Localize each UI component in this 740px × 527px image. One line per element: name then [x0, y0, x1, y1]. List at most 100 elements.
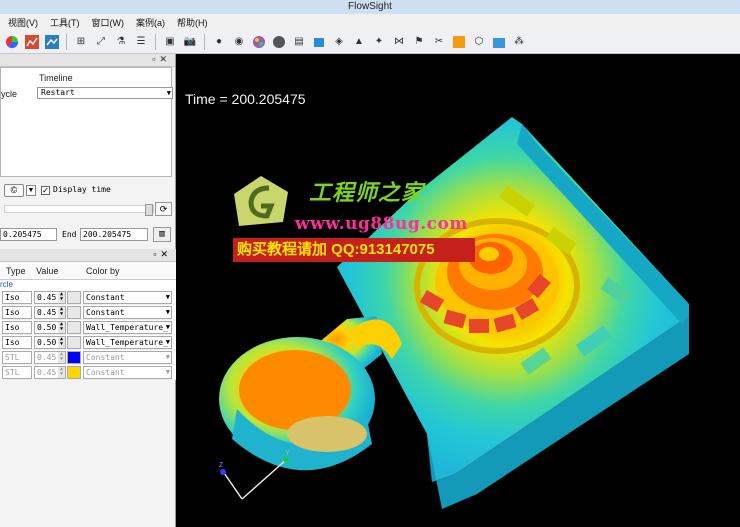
table-row[interactable]: Iso 0.45 ▲ ▼ Constant ▼ — [0, 305, 176, 320]
spinner-arrows-icon[interactable]: ▲ ▼ — [58, 337, 65, 348]
color-by-select[interactable]: Constant ▼ — [83, 291, 172, 304]
value-spinbox[interactable]: 0.45 ▲ ▼ — [34, 291, 66, 304]
palette-icon[interactable] — [251, 34, 267, 50]
color-swatch[interactable] — [67, 366, 81, 379]
col-value: Value — [36, 266, 59, 276]
node-icon[interactable]: ● — [211, 34, 227, 50]
camera-icon[interactable]: 📷 — [182, 34, 198, 50]
table-row[interactable]: Iso 0.50 ▲ ▼ Wall_Temperature_ ▼ — [0, 335, 176, 350]
menu-cases[interactable]: 案例(a) — [136, 16, 165, 29]
value-spinbox[interactable]: 0.45 ▲ ▼ — [34, 306, 66, 319]
color-swatch[interactable] — [67, 321, 81, 334]
list-icon[interactable]: ☰ — [133, 34, 149, 50]
sphere-icon[interactable] — [271, 34, 287, 50]
table-row[interactable]: STL 0.45 ▲ ▼ Constant ▼ — [0, 350, 176, 365]
color-wheel-icon[interactable] — [4, 34, 20, 50]
display-time-label: Display time — [53, 185, 111, 194]
type-select[interactable]: Iso — [2, 291, 32, 304]
type-select[interactable]: Iso — [2, 336, 32, 349]
type-select[interactable]: Iso — [2, 306, 32, 319]
eye-icon[interactable]: ◉ — [231, 34, 247, 50]
spinner-arrows-icon[interactable]: ▲ ▼ — [58, 292, 65, 303]
lock-icon[interactable]: ▥ — [153, 227, 171, 242]
spinner-arrows-icon[interactable]: ▲ ▼ — [58, 352, 65, 363]
window-icon[interactable]: ▣ — [162, 34, 178, 50]
line-chart-icon[interactable] — [24, 34, 40, 50]
grid-icon[interactable]: ⊞ — [73, 34, 89, 50]
plot-icon[interactable] — [44, 34, 60, 50]
color-swatch[interactable] — [67, 291, 81, 304]
color-by-select[interactable]: Wall_Temperature_ ▼ — [83, 321, 172, 334]
clip-icon[interactable]: ✂ — [431, 34, 447, 50]
type-select[interactable]: STL — [2, 351, 32, 364]
probe-icon[interactable]: ⤢ — [93, 34, 109, 50]
measure-icon[interactable]: ⚗ — [113, 34, 129, 50]
dock-buttons[interactable]: ▫✕ — [153, 249, 172, 260]
particle-icon[interactable]: ⁂ — [511, 34, 527, 50]
slice-icon[interactable] — [491, 34, 507, 50]
mesh-triangle-icon[interactable]: ▲ — [351, 34, 367, 50]
spinner-arrows-icon[interactable]: ▲ ▼ — [58, 307, 65, 318]
chevron-down-icon[interactable]: ▼ — [26, 185, 36, 196]
type-select[interactable]: Iso — [2, 321, 32, 334]
slider-thumb[interactable] — [145, 204, 153, 216]
color-swatch[interactable] — [67, 351, 81, 364]
value-spinbox[interactable]: 0.50 ▲ ▼ — [34, 336, 66, 349]
menu-view[interactable]: 视图(V) — [8, 16, 38, 29]
table-row[interactable]: Iso 0.45 ▲ ▼ Constant ▼ — [0, 290, 176, 305]
iso-surface-icon[interactable] — [451, 34, 467, 50]
cube-icon[interactable] — [311, 34, 327, 50]
table-row[interactable]: STL 0.45 ▲ ▼ Constant ▼ — [0, 365, 176, 380]
color-swatch[interactable] — [67, 306, 81, 319]
color-by-select[interactable]: Wall_Temperature_ ▼ — [83, 336, 172, 349]
value-text: 0.45 — [37, 353, 57, 362]
cycle-label: ycle — [1, 89, 18, 99]
value-text: 0.45 — [37, 293, 57, 302]
chevron-down-icon: ▼ — [165, 353, 170, 361]
type-select[interactable]: STL — [2, 366, 32, 379]
color-by-value: Constant — [86, 353, 125, 362]
animation-mode-select[interactable]: Restart ▼ — [37, 87, 173, 99]
spinner-arrows-icon[interactable]: ▲ ▼ — [58, 322, 65, 333]
time-slider[interactable] — [4, 204, 154, 216]
value-spinbox[interactable]: 0.50 ▲ ▼ — [34, 321, 66, 334]
color-by-select[interactable]: Constant ▼ — [83, 351, 172, 364]
nodes-icon[interactable]: ⋈ — [391, 34, 407, 50]
menu-help[interactable]: 帮助(H) — [177, 16, 208, 29]
axis-label-y: Y — [285, 450, 290, 457]
end-time-field[interactable]: 200.205475 — [80, 228, 148, 241]
start-time-value: 0.205475 — [3, 230, 42, 239]
legend-icon[interactable]: ▤ — [291, 34, 307, 50]
menu-tools[interactable]: 工具(T) — [50, 16, 80, 29]
menu-window[interactable]: 窗口(W) — [92, 16, 125, 29]
value-spinbox[interactable]: 0.45 ▲ ▼ — [34, 351, 66, 364]
toolbar-separator — [66, 33, 67, 50]
color-by-value: Constant — [86, 308, 125, 317]
value-text: 0.45 — [37, 308, 57, 317]
timeline-header: Timeline — [39, 73, 73, 83]
table-row[interactable]: Iso 0.50 ▲ ▼ Wall_Temperature_ ▼ — [0, 320, 176, 335]
color-by-select[interactable]: Constant ▼ — [83, 306, 172, 319]
3d-viewport[interactable]: Time = 200.205475 Y Z 工程师之家 www.ug88ug.c… — [177, 54, 740, 527]
start-time-field[interactable]: 0.205475 — [0, 228, 57, 241]
value-spinbox[interactable]: 0.45 ▲ ▼ — [34, 366, 66, 379]
refresh-icon[interactable]: ⟳ — [155, 202, 172, 216]
spinner-arrows-icon[interactable]: ▲ ▼ — [58, 367, 65, 378]
end-time-value: 200.205475 — [83, 230, 132, 239]
plot-table: Type Value Color by rcle Iso 0.45 ▲ ▼ Consta… — [0, 262, 176, 380]
vector-icon[interactable]: ✦ — [371, 34, 387, 50]
feature-block — [469, 319, 489, 333]
display-controls-row: © ▼ ✓ Display time — [0, 182, 172, 198]
bounding-box-icon[interactable]: ⬡ — [471, 34, 487, 50]
display-time-checkbox[interactable]: ✓ — [41, 186, 50, 195]
color-by-select[interactable]: Constant ▼ — [83, 366, 172, 379]
casting-model — [219, 117, 689, 509]
time-range-row: 0.205475 End 200.205475 ▥ — [0, 227, 176, 243]
type-value: Iso — [5, 338, 20, 347]
reset-button[interactable]: © — [4, 184, 24, 197]
volume-icon[interactable]: ◈ — [331, 34, 347, 50]
toolbar-separator — [204, 33, 205, 50]
flag-icon[interactable]: ⚑ — [411, 34, 427, 50]
dock-buttons[interactable]: ▫✕ — [152, 54, 171, 65]
color-swatch[interactable] — [67, 336, 81, 349]
